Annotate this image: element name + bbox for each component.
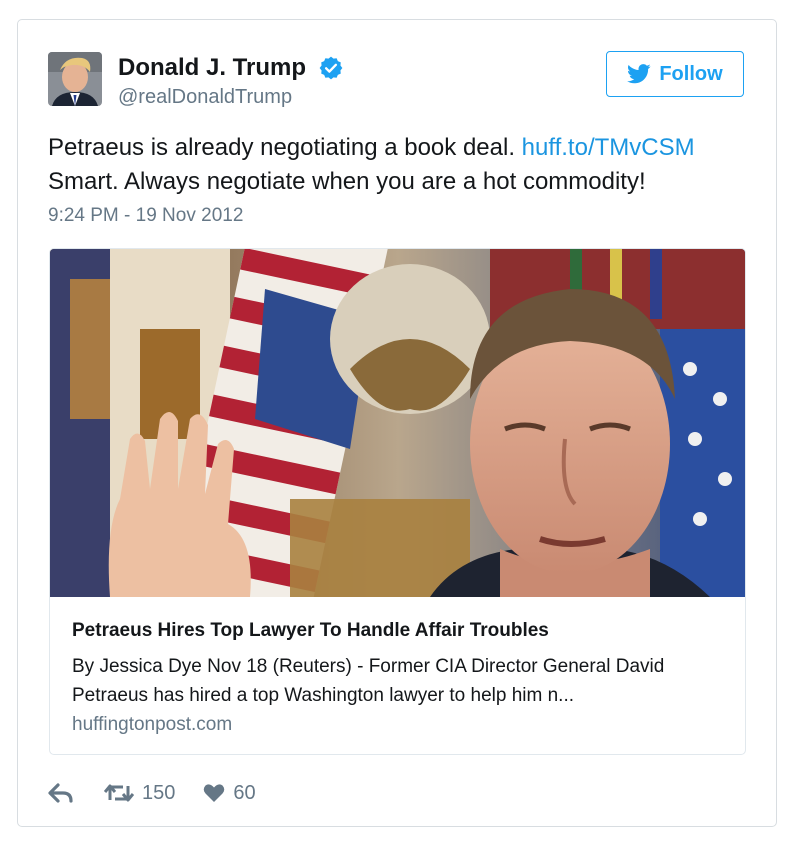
retweet-icon <box>104 784 134 802</box>
card-domain: huffingtonpost.com <box>72 714 233 735</box>
follow-label: Follow <box>659 62 723 85</box>
like-count: 60 <box>233 781 256 804</box>
author-name[interactable]: Donald J. Trump <box>118 54 306 82</box>
follow-button[interactable]: Follow <box>606 51 744 97</box>
card-title: Petraeus Hires Top Lawyer To Handle Affa… <box>72 620 549 641</box>
reply-icon <box>48 783 73 803</box>
retweet-count: 150 <box>142 781 176 804</box>
tweet-text: Petraeus is already negotiating a book d… <box>48 131 748 199</box>
like-button[interactable]: 60 <box>203 781 256 805</box>
tweet-text-part2: Smart. Always negotiate when you are a h… <box>48 168 646 195</box>
twitter-bird-icon <box>627 64 651 84</box>
author-avatar[interactable] <box>48 52 102 106</box>
link-preview-card[interactable]: Petraeus Hires Top Lawyer To Handle Affa… <box>49 248 746 755</box>
reply-button[interactable] <box>48 782 74 804</box>
article-photo <box>50 249 745 597</box>
tweet-text-part1: Petraeus is already negotiating a book d… <box>48 134 515 161</box>
tweet-link[interactable]: huff.to/TMvCSM <box>522 134 695 161</box>
retweet-button[interactable]: 150 <box>104 782 175 805</box>
tweet-timestamp[interactable]: 9:24 PM - 19 Nov 2012 <box>48 204 243 228</box>
avatar-photo <box>48 52 102 106</box>
tweet-card: Donald J. Trump @realDonaldTrump Follow … <box>17 19 777 827</box>
heart-icon <box>204 784 225 802</box>
verified-badge-icon <box>319 56 343 80</box>
author-handle[interactable]: @realDonaldTrump <box>118 85 292 109</box>
card-description: By Jessica Dye Nov 18 (Reuters) - Former… <box>72 656 665 706</box>
tweet-actions: 150 60 <box>48 779 256 807</box>
